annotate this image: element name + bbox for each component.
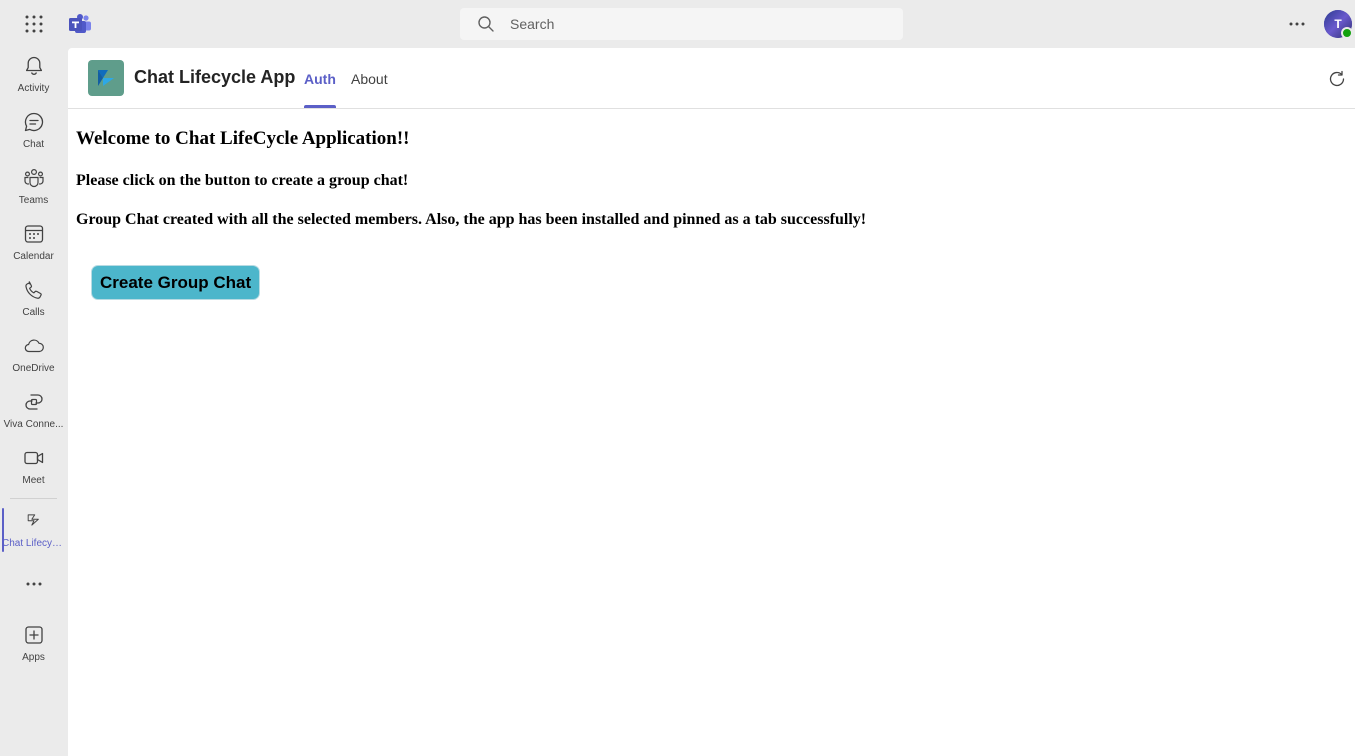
tab-about[interactable]: About xyxy=(351,71,388,108)
teams-icon xyxy=(24,168,44,188)
viva-connections-icon xyxy=(25,394,43,410)
rail-item-chat[interactable]: Chat xyxy=(0,103,67,157)
bell-icon xyxy=(25,56,43,75)
chat-icon xyxy=(24,112,44,132)
instruction-text: Please click on the button to create a g… xyxy=(76,172,409,189)
app-logo-icon xyxy=(98,70,114,86)
more-apps-icon xyxy=(26,582,42,586)
rail-item-label: Viva Conne... xyxy=(3,419,64,430)
calendar-icon xyxy=(24,225,44,243)
video-icon xyxy=(24,451,44,465)
rail-item-teams[interactable]: Teams xyxy=(0,159,67,213)
tab-auth[interactable]: Auth xyxy=(304,71,336,108)
rail-item-label: OneDrive xyxy=(12,363,55,374)
app-icon xyxy=(27,514,39,526)
search-box[interactable] xyxy=(460,8,903,40)
rail-item-label: Calls xyxy=(22,307,45,318)
rail-item-viva-connections[interactable]: Viva Conne... xyxy=(0,383,67,437)
more-options-icon[interactable] xyxy=(1286,14,1308,34)
status-message: Group Chat created with all the selected… xyxy=(76,211,867,228)
rail-item-activity[interactable]: Activity xyxy=(0,47,67,101)
teams-logo-icon[interactable] xyxy=(68,12,92,36)
create-group-chat-button[interactable]: Create Group Chat xyxy=(91,265,261,300)
rail-item-calls[interactable]: Calls xyxy=(0,271,67,325)
cloud-icon xyxy=(24,339,44,353)
rail-item-label: Teams xyxy=(18,195,49,206)
rail-item-label: Meet xyxy=(22,475,45,486)
app-rail: Activity Chat Teams Calendar Calls OneDr… xyxy=(0,47,67,756)
rail-item-label: Chat xyxy=(22,139,45,150)
presence-status-icon xyxy=(1341,27,1353,39)
rail-item-chat-lifecycle[interactable]: Chat Lifecyc... xyxy=(0,502,67,556)
rail-item-label: Chat Lifecyc... xyxy=(2,538,66,549)
rail-item-meet[interactable]: Meet xyxy=(0,439,67,493)
rail-item-calendar[interactable]: Calendar xyxy=(0,215,67,269)
main-content: Chat Lifecycle App Auth About Welcome to… xyxy=(68,48,1355,756)
rail-divider xyxy=(10,498,57,499)
rail-item-label: Activity xyxy=(17,83,50,94)
rail-item-apps[interactable]: Apps xyxy=(0,616,67,670)
reload-icon[interactable] xyxy=(1327,69,1347,89)
app-title: Chat Lifecycle App xyxy=(134,67,296,87)
app-logo xyxy=(88,60,124,96)
rail-item-label: Calendar xyxy=(13,251,54,262)
add-apps-icon xyxy=(25,626,43,644)
rail-more-button[interactable] xyxy=(0,567,67,601)
page-heading: Welcome to Chat LifeCycle Application!! xyxy=(76,128,410,149)
phone-icon xyxy=(25,281,42,299)
app-header: Chat Lifecycle App Auth About xyxy=(68,48,1355,109)
app-launcher-icon[interactable] xyxy=(24,14,44,34)
search-icon xyxy=(478,16,494,32)
search-input[interactable] xyxy=(510,8,890,40)
top-bar: T xyxy=(0,0,1355,47)
rail-item-label: Apps xyxy=(22,652,45,663)
rail-item-onedrive[interactable]: OneDrive xyxy=(0,327,67,381)
